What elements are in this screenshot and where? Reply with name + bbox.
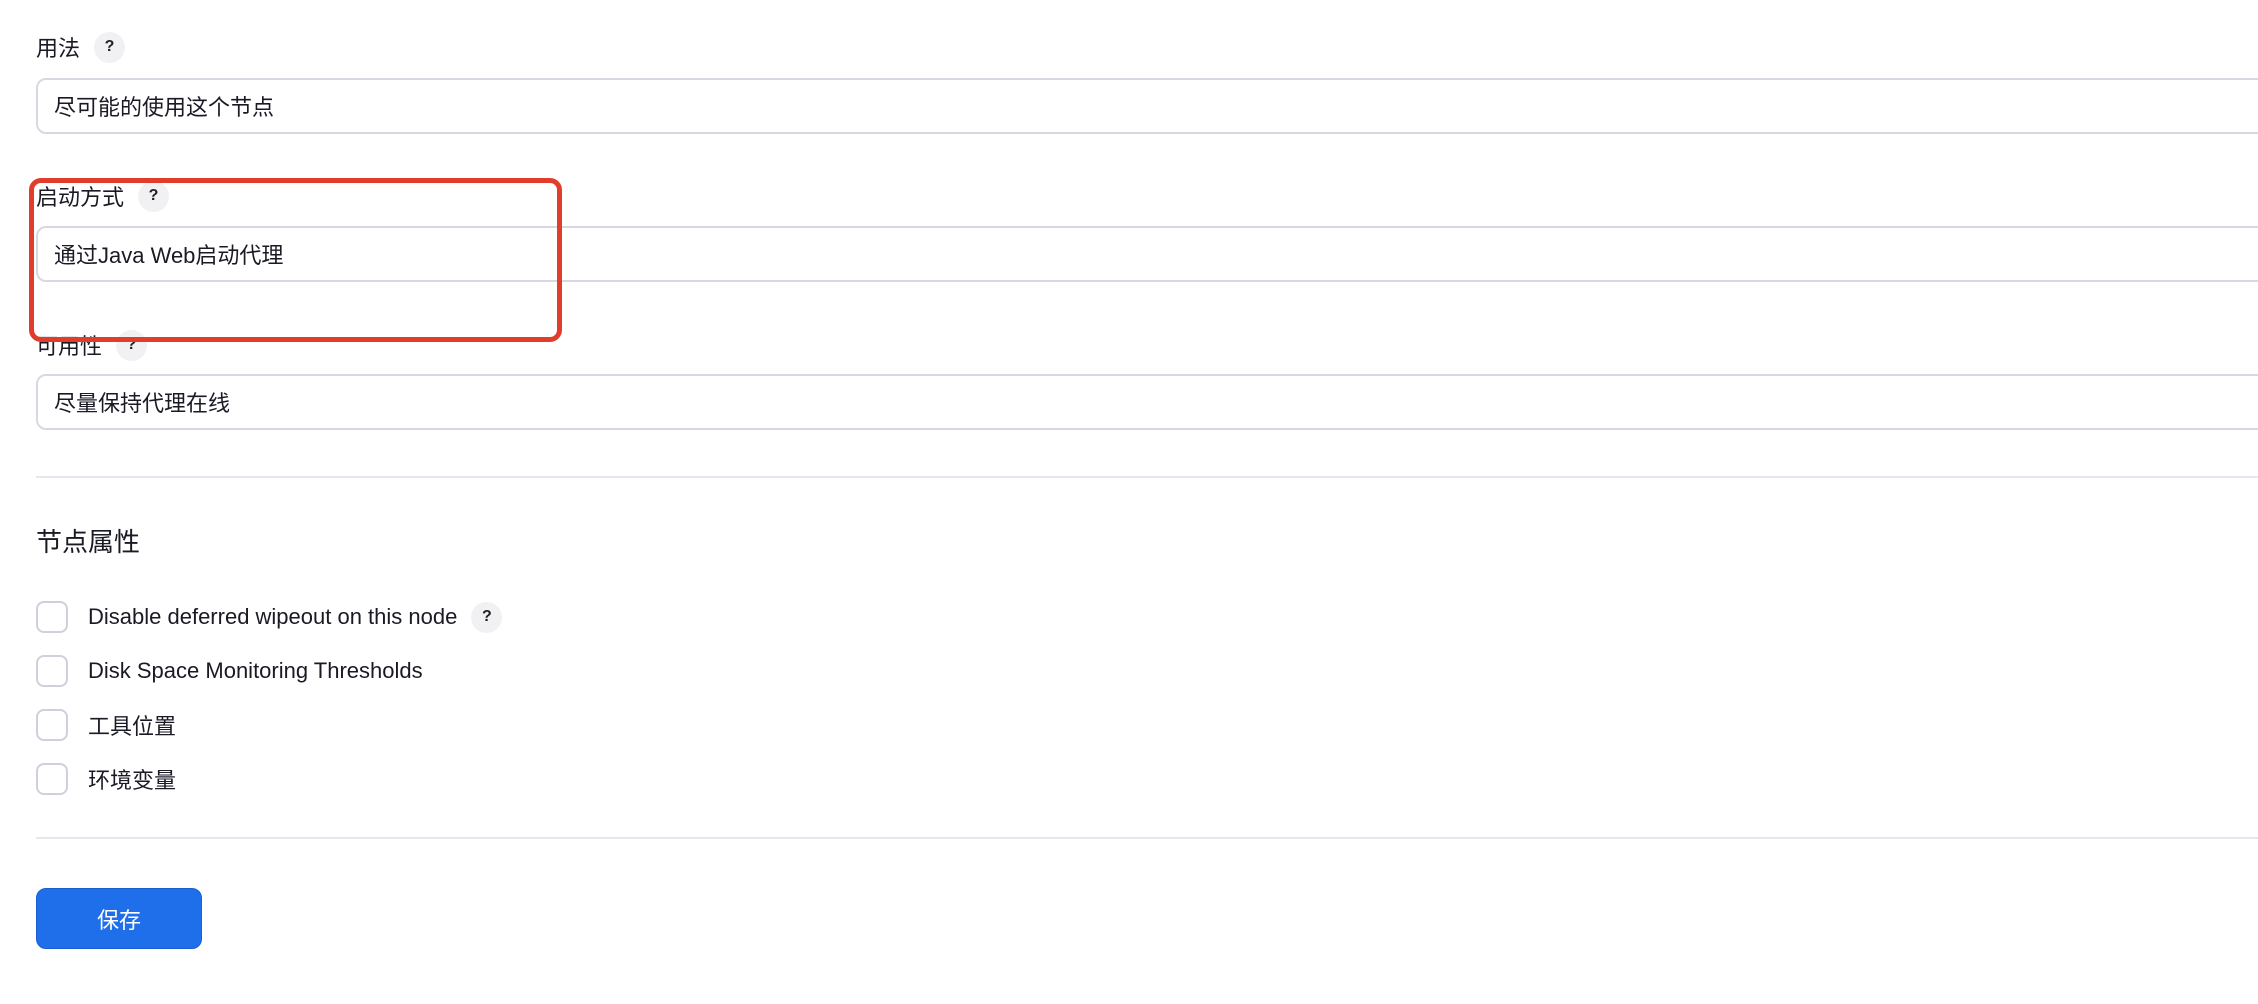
node-property-label: 环境变量 (88, 768, 177, 793)
node-property-row-tool-locations: 工具位置 (36, 707, 176, 743)
launch-method-label: 启动方式 (36, 185, 125, 210)
disable-deferred-wipeout-checkbox[interactable] (36, 601, 68, 633)
environment-variables-checkbox[interactable] (36, 763, 68, 795)
usage-label: 用法 (36, 36, 81, 61)
launch-method-label-row: 启动方式 ? (36, 180, 170, 212)
node-property-label: 工具位置 (88, 714, 177, 739)
availability-select[interactable]: 尽量保持代理在线 (36, 374, 2258, 430)
node-property-row-disk-space: Disk Space Monitoring Thresholds (36, 653, 423, 689)
deferred-wipeout-help-icon[interactable]: ? (471, 601, 503, 633)
divider (36, 476, 2258, 478)
save-button[interactable]: 保存 (36, 888, 202, 949)
node-property-label: Disk Space Monitoring Thresholds (88, 658, 423, 683)
tool-locations-checkbox[interactable] (36, 709, 68, 741)
launch-method-help-icon[interactable]: ? (138, 180, 170, 212)
node-config-page: 用法 ? 尽可能的使用这个节点 启动方式 ? 通过Java Web启动代理 可用… (0, 0, 2258, 1004)
usage-help-icon[interactable]: ? (94, 31, 126, 63)
usage-select[interactable]: 尽可能的使用这个节点 (36, 78, 2258, 134)
availability-label-row: 可用性 ? (36, 329, 148, 361)
divider (36, 837, 2258, 839)
node-properties-title: 节点属性 (36, 527, 141, 557)
node-property-row-env-vars: 环境变量 (36, 761, 176, 797)
disk-space-thresholds-checkbox[interactable] (36, 655, 68, 687)
node-property-label: Disable deferred wipeout on this node (88, 604, 458, 629)
availability-label: 可用性 (36, 334, 103, 359)
launch-method-select[interactable]: 通过Java Web启动代理 (36, 226, 2258, 282)
node-property-row-deferred-wipeout: Disable deferred wipeout on this node ? (36, 599, 503, 635)
availability-help-icon[interactable]: ? (116, 329, 148, 361)
usage-label-row: 用法 ? (36, 31, 126, 63)
